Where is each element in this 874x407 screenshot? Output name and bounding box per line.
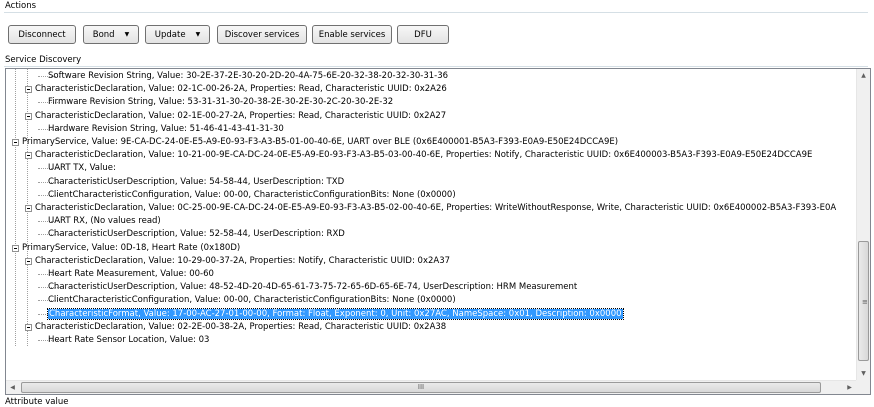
scroll-right-icon[interactable]: ▶ (843, 381, 856, 394)
tree-node-label: PrimaryService, Value: 9E-CA-DC-24-0E-E5… (22, 137, 619, 147)
scrollbar-corner (856, 380, 870, 394)
tree-node[interactable]: CharacteristicDeclaration, Value: 02-2E-… (35, 321, 446, 334)
scroll-up-icon[interactable]: ▲ (857, 69, 870, 82)
tree-node[interactable]: PrimaryService, Value: 0D-18, Heart Rate… (22, 242, 240, 255)
tree-node[interactable]: Hardware Revision String, Value: 51-46-4… (48, 123, 284, 136)
tree-node[interactable]: CharacteristicDeclaration, Value: 02-1E-… (35, 110, 446, 123)
tree-node-label: PrimaryService, Value: 0D-18, Heart Rate… (22, 242, 241, 253)
tree-node[interactable]: ClientCharacteristicConfiguration, Value… (48, 189, 456, 202)
tree-node-label: CharacteristicDeclaration, Value: 10-29-… (35, 255, 451, 266)
tree-node[interactable]: UART RX, (No values read) (48, 215, 161, 228)
dfu-button[interactable]: DFU (397, 25, 449, 44)
tree-node[interactable]: CharacteristicDeclaration, Value: 0C-25-… (35, 202, 836, 215)
vertical-scroll-thumb[interactable]: ≡ (858, 241, 869, 361)
collapse-toggle-icon[interactable] (25, 152, 32, 160)
scroll-left-icon[interactable]: ◀ (6, 381, 19, 394)
tree-node-label: CharacteristicDeclaration, Value: 02-2E-… (35, 321, 447, 332)
tree-node-label: CharacteristicFormat, Value: 17-00-AC-27… (47, 307, 624, 320)
horizontal-scroll-thumb[interactable]: III (21, 382, 821, 393)
tree-node-label: UART TX, Value: (48, 163, 116, 174)
tree-node-label: CharacteristicUserDescription, Value: 48… (48, 282, 578, 293)
tree-node[interactable]: CharacteristicUserDescription, Value: 52… (48, 228, 345, 241)
collapse-toggle-icon[interactable] (25, 112, 32, 120)
tree-node[interactable]: CharacteristicUserDescription, Value: 48… (48, 281, 577, 294)
tree-node-label: CharacteristicDeclaration, Value: 10-21-… (35, 150, 813, 161)
tree-node-label: CharacteristicUserDescription, Value: 54… (48, 176, 345, 187)
collapse-toggle-icon[interactable] (25, 205, 32, 212)
update-button-label: Update (154, 29, 186, 40)
collapse-toggle-icon[interactable] (25, 86, 32, 94)
grip-icon: III (417, 383, 425, 391)
tree-node[interactable]: UART TX, Value: (48, 162, 116, 175)
vertical-scrollbar[interactable]: ▲ ≡ ▼ (856, 69, 870, 380)
tree-node-label: Hardware Revision String, Value: 51-46-4… (48, 123, 284, 134)
collapse-toggle-icon[interactable] (12, 244, 19, 252)
tree-node[interactable]: Heart Rate Sensor Location, Value: 03 (48, 334, 209, 347)
bond-dropdown-button[interactable]: Bond ▼ (83, 25, 139, 44)
tree-node-label: Heart Rate Sensor Location, Value: 03 (48, 335, 210, 345)
tree-node-label: ClientCharacteristicConfiguration, Value… (48, 295, 456, 306)
chevron-down-icon: ▼ (124, 31, 130, 38)
tree-node-label: CharacteristicDeclaration, Value: 02-1C-… (35, 84, 447, 95)
service-tree-panel: Software Revision String, Value: 30-2E-3… (5, 68, 871, 395)
tree-node[interactable]: Software Revision String, Value: 30-2E-3… (48, 70, 448, 83)
service-tree[interactable]: Software Revision String, Value: 30-2E-3… (6, 69, 856, 380)
collapse-toggle-icon[interactable] (12, 139, 19, 146)
discover-services-label: Discover services (224, 29, 300, 40)
tree-node-label: ClientCharacteristicConfiguration, Value… (48, 189, 456, 200)
collapse-toggle-icon[interactable] (25, 257, 32, 265)
tree-node[interactable]: Heart Rate Measurement, Value: 00-60 (48, 268, 214, 281)
actions-group-label: Actions (5, 1, 37, 11)
chevron-down-icon: ▼ (195, 31, 201, 38)
tree-node-label: CharacteristicDeclaration, Value: 0C-25-… (35, 203, 837, 213)
service-discovery-label: Service Discovery (5, 55, 82, 65)
tree-node-label: Software Revision String, Value: 30-2E-3… (48, 71, 449, 81)
discover-services-button[interactable]: Discover services (217, 25, 307, 44)
collapse-toggle-icon[interactable] (25, 323, 32, 331)
bond-button-label: Bond (92, 29, 115, 40)
tree-guide-line (15, 69, 16, 347)
enable-services-button[interactable]: Enable services (312, 25, 392, 44)
tree-node[interactable]: CharacteristicDeclaration, Value: 10-21-… (35, 149, 812, 162)
tree-node-label: Heart Rate Measurement, Value: 00-60 (48, 269, 214, 279)
grip-icon: ≡ (862, 298, 868, 306)
tree-node[interactable]: ClientCharacteristicConfiguration, Value… (48, 294, 456, 307)
tree-node-label: UART RX, (No values read) (48, 216, 161, 227)
update-dropdown-button[interactable]: Update ▼ (145, 25, 210, 44)
scroll-down-icon[interactable]: ▼ (857, 367, 870, 380)
attribute-value-label: Attribute value (5, 397, 69, 407)
tree-node[interactable]: PrimaryService, Value: 9E-CA-DC-24-0E-E5… (22, 136, 618, 149)
tree-node[interactable]: CharacteristicDeclaration, Value: 02-1C-… (35, 83, 447, 96)
horizontal-scrollbar[interactable]: ◀ III ▶ (6, 380, 856, 394)
tree-node-label: CharacteristicDeclaration, Value: 02-1E-… (35, 110, 447, 121)
tree-node[interactable]: Firmware Revision String, Value: 53-31-3… (48, 96, 393, 109)
tree-node[interactable]: CharacteristicFormat, Value: 17-00-AC-27… (47, 307, 624, 321)
tree-node[interactable]: CharacteristicDeclaration, Value: 10-29-… (35, 255, 450, 268)
disconnect-button[interactable]: Disconnect (8, 25, 76, 44)
service-discovery-divider (4, 66, 868, 67)
tree-node[interactable]: CharacteristicUserDescription, Value: 54… (48, 176, 344, 189)
actions-group-divider (4, 12, 868, 13)
enable-services-label: Enable services (318, 29, 386, 40)
tree-node-label: Firmware Revision String, Value: 53-31-3… (48, 97, 394, 108)
tree-node-label: CharacteristicUserDescription, Value: 52… (48, 229, 345, 240)
disconnect-button-label: Disconnect (18, 29, 66, 40)
dfu-button-label: DFU (414, 29, 432, 40)
